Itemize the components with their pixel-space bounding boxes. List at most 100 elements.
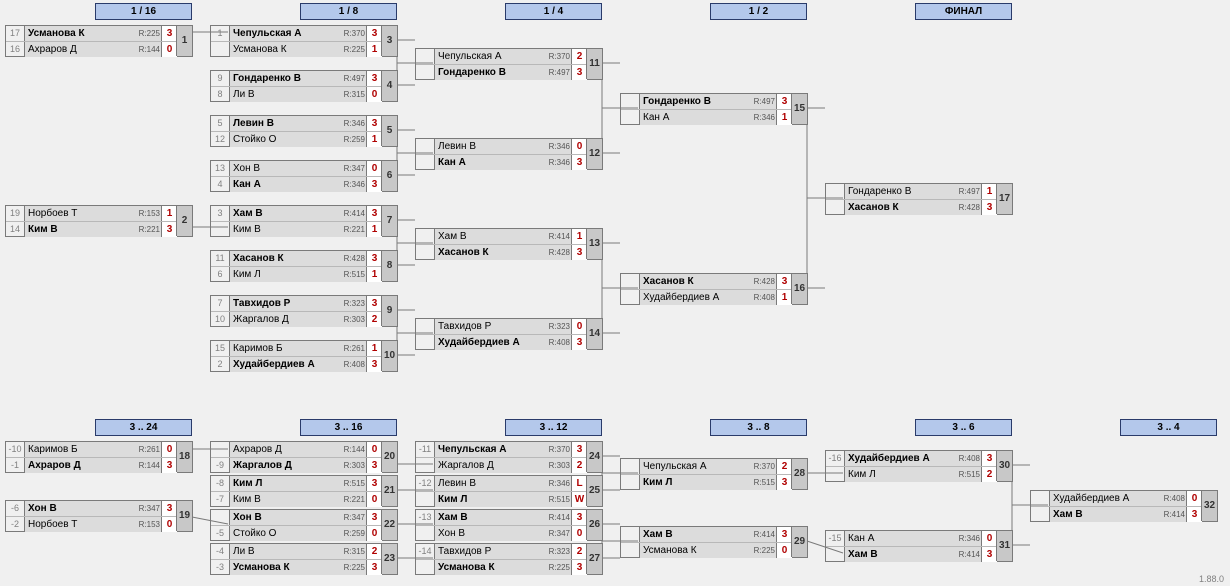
player-name: Ли В [229,87,349,102]
seed: 1 [211,26,229,41]
seed: -3 [211,560,229,575]
rating: R:346 [337,177,367,192]
match-row: -6Хон ВR:3473 [6,501,192,516]
seed [826,184,844,199]
seed [211,510,229,525]
score: 3 [366,71,382,86]
player-name: Кан А [844,531,964,546]
seed [621,110,639,125]
match-row: Ким ЛR:5152 [826,466,1012,482]
seed: 9 [211,71,229,86]
match-row: Кан АR:3461 [621,109,807,125]
score: 3 [571,155,587,170]
score: 1 [366,132,382,147]
score: 2 [571,49,587,64]
seed [416,492,434,507]
seed: -5 [211,526,229,541]
rating: R:370 [542,442,572,457]
rating: R:408 [952,451,982,466]
match: 15Каримов БR:26112Худайбердиев АR:408310 [210,340,398,372]
rating: R:346 [542,155,572,170]
seed [621,527,639,542]
rating: R:221 [132,222,162,237]
match-number: 27 [586,544,602,574]
match-number: 16 [791,274,807,304]
player-name: Хасанов К [639,274,759,289]
match: -13Хам ВR:4143Хон ВR:347026 [415,509,603,541]
match-number: 28 [791,459,807,489]
match-number: 9 [381,296,397,326]
seed: 2 [211,357,229,372]
rating: R:515 [337,476,367,491]
score: 3 [161,222,177,237]
player-name: Гондаренко В [844,184,964,199]
rating: R:346 [747,110,777,125]
match-number: 10 [381,341,397,371]
score: 0 [571,319,587,334]
score: L [571,476,587,491]
rating: R:144 [132,42,162,57]
round-header: 3 .. 16 [300,419,397,436]
match-row: -15Кан АR:3460 [826,531,1012,546]
score: 3 [571,560,587,575]
seed: -8 [211,476,229,491]
match-row: -5Стойко ОR:2590 [211,525,397,541]
match: 13Хон ВR:34704Кан АR:34636 [210,160,398,192]
match-row: Хам ВR:4143 [1031,506,1217,522]
seed [416,458,434,473]
player-name: Ким В [229,222,349,237]
match-number: 4 [381,71,397,101]
seed: -14 [416,544,434,559]
score: 3 [571,245,587,260]
player-name: Усманова К [24,26,144,41]
match: Чепульская АR:3702Ким ЛR:515328 [620,458,808,490]
match-row: Хам ВR:4143 [621,527,807,542]
match: 9Гондаренко ВR:49738Ли ВR:31504 [210,70,398,102]
seed [826,547,844,562]
score: 3 [571,510,587,525]
seed [621,475,639,490]
round-header: 1 / 16 [95,3,192,20]
rating: R:497 [747,94,777,109]
match-number: 21 [381,476,397,506]
seed: 15 [211,341,229,356]
score: 1 [366,267,382,282]
round-header: 1 / 2 [710,3,807,20]
seed [416,245,434,260]
match-row: Хон ВR:3473 [211,510,397,525]
match: -15Кан АR:3460Хам ВR:414331 [825,530,1013,562]
score: 1 [981,184,997,199]
rating: R:497 [542,65,572,80]
match-row: 1Чепульская АR:3703 [211,26,397,41]
seed [211,222,229,237]
player-name: Стойко О [229,526,349,541]
rating: R:259 [337,132,367,147]
player-name: Ахраров Д [24,458,144,473]
seed: 17 [6,26,24,41]
score: 0 [161,442,177,457]
seed: -12 [416,476,434,491]
match: -11Чепульская АR:3703Жаргалов ДR:303224 [415,441,603,473]
match-number: 6 [381,161,397,191]
match-row: 17Усманова КR:2253 [6,26,192,41]
match: Левин ВR:3460Кан АR:346312 [415,138,603,170]
match-row: -14Тавхидов РR:3232 [416,544,602,559]
score: 3 [161,458,177,473]
match: Чепульская АR:3702Гондаренко ВR:497311 [415,48,603,80]
match-row: -16Худайбердиев АR:4083 [826,451,1012,466]
match-number: 23 [381,544,397,574]
match-row: -3Усманова КR:2253 [211,559,397,575]
seed [211,442,229,457]
score: 3 [366,357,382,372]
rating: R:221 [337,222,367,237]
match-row: -13Хам ВR:4143 [416,510,602,525]
seed: -1 [6,458,24,473]
seed: -7 [211,492,229,507]
score: 0 [981,531,997,546]
match-row: Левин ВR:3460 [416,139,602,154]
seed [416,49,434,64]
rating: R:346 [952,531,982,546]
match: Ахраров ДR:1440-9Жаргалов ДR:303320 [210,441,398,473]
seed [416,560,434,575]
player-name: Худайбердиев А [639,290,759,305]
